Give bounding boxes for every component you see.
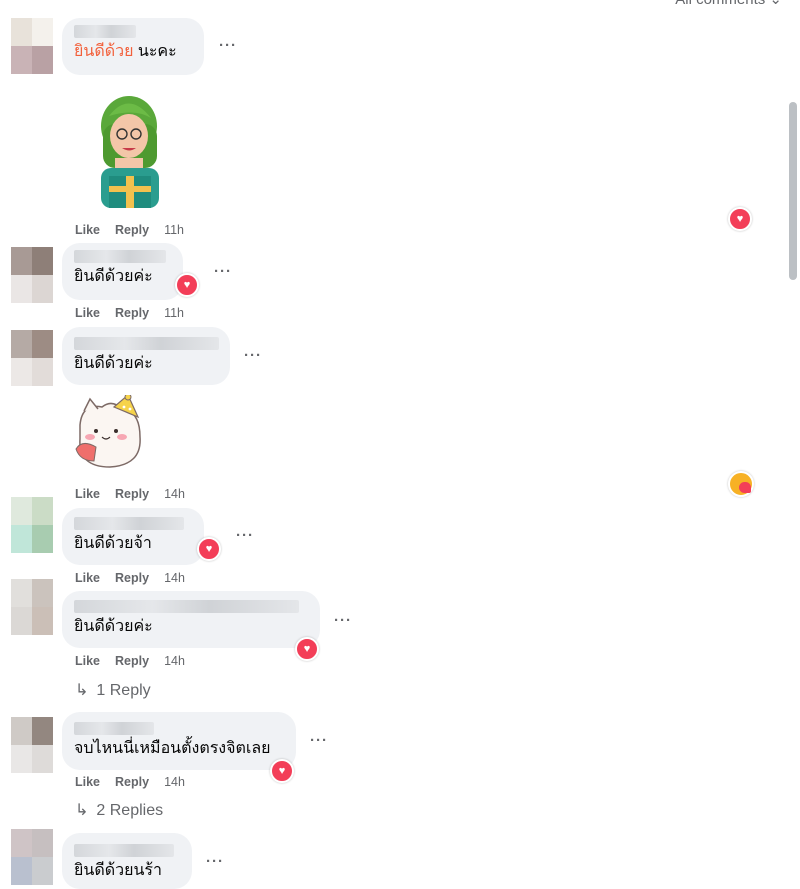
scrollbar[interactable] — [789, 102, 797, 280]
like-button[interactable]: Like — [75, 223, 100, 237]
more-options-icon[interactable]: ··· — [244, 347, 262, 364]
avatar-sticker — [101, 96, 159, 208]
like-button[interactable]: Like — [75, 775, 100, 789]
view-replies-link[interactable]: ↳ 2 Replies — [75, 800, 163, 820]
comment-actions: Like Reply 11h — [75, 306, 184, 320]
author-name[interactable] — [74, 844, 174, 857]
view-replies-link[interactable]: ↳ 1 Reply — [75, 680, 151, 700]
timestamp[interactable]: 11h — [164, 306, 184, 320]
like-button[interactable]: Like — [75, 487, 100, 501]
author-name[interactable] — [74, 337, 219, 350]
comment-bubble: ยินดีด้วย นะคะ — [62, 18, 204, 75]
reply-arrow-icon: ↳ — [75, 802, 89, 819]
avatar[interactable] — [11, 247, 53, 303]
avatar[interactable] — [11, 330, 53, 386]
avatar[interactable] — [11, 717, 53, 773]
reply-button[interactable]: Reply — [115, 654, 149, 668]
avatar[interactable] — [11, 497, 53, 553]
comment-text: ยินดีด้วย นะคะ — [74, 43, 177, 60]
like-button[interactable]: Like — [75, 306, 100, 320]
comment-text: ยินดีด้วยนร้า — [74, 862, 162, 879]
cat-sticker — [75, 395, 141, 468]
comment-text: จบไหนนี่เหมือนตั้งตรงจิตเลย — [74, 740, 271, 757]
comment-actions: Like Reply 11h — [75, 223, 184, 237]
comment-bubble: ยินดีด้วยค่ะ — [62, 327, 230, 385]
reply-button[interactable]: Reply — [115, 487, 149, 501]
comment-bubble: ยินดีด้วยจ้า — [62, 508, 204, 565]
author-name[interactable] — [74, 250, 166, 263]
comment-bubble: จบไหนนี่เหมือนตั้งตรงจิตเลย — [62, 712, 296, 770]
comment-actions: Like Reply 14h — [75, 571, 185, 585]
love-reaction-icon[interactable]: ♥ — [295, 637, 319, 661]
like-button[interactable]: Like — [75, 571, 100, 585]
more-options-icon[interactable]: ··· — [214, 263, 232, 280]
comment-bubble: ยินดีด้วยค่ะ — [62, 591, 320, 648]
timestamp[interactable]: 14h — [164, 775, 185, 789]
reply-arrow-icon: ↳ — [75, 682, 89, 699]
like-button[interactable]: Like — [75, 654, 100, 668]
timestamp[interactable]: 14h — [164, 571, 185, 585]
reply-button[interactable]: Reply — [115, 775, 149, 789]
timestamp[interactable]: 14h — [164, 654, 185, 668]
timestamp[interactable]: 14h — [164, 487, 185, 501]
reply-button[interactable]: Reply — [115, 306, 149, 320]
comment-actions: Like Reply 14h — [75, 775, 185, 789]
love-reaction-icon[interactable]: ♥ — [197, 537, 221, 561]
avatar[interactable] — [11, 829, 53, 885]
more-options-icon[interactable]: ··· — [334, 612, 352, 629]
avatar[interactable] — [11, 579, 53, 635]
comment-actions: Like Reply 14h — [75, 654, 185, 668]
reply-button[interactable]: Reply — [115, 571, 149, 585]
author-name[interactable] — [74, 517, 184, 530]
love-reaction-icon[interactable]: ♥ — [270, 759, 294, 783]
more-options-icon[interactable]: ··· — [206, 853, 224, 870]
comment-text: ยินดีด้วยจ้า — [74, 535, 152, 552]
avatar[interactable] — [11, 18, 53, 74]
love-reaction-icon[interactable]: ♥ — [175, 273, 199, 297]
reply-button[interactable]: Reply — [115, 223, 149, 237]
author-name[interactable] — [74, 25, 136, 38]
mention-tag[interactable]: ยินดีด้วย — [74, 43, 133, 60]
love-reaction-icon[interactable]: ♥ — [728, 207, 752, 231]
comment-bubble: ยินดีด้วยค่ะ — [62, 243, 183, 300]
author-name[interactable] — [74, 600, 299, 613]
comment-bubble: ยินดีด้วยนร้า — [62, 833, 192, 889]
comment-filter-dropdown[interactable]: All comments ⌄ — [675, 0, 782, 8]
timestamp[interactable]: 11h — [164, 223, 184, 237]
comment-text: ยินดีด้วยค่ะ — [74, 618, 153, 635]
more-options-icon[interactable]: ··· — [236, 527, 254, 544]
care-reaction-icon[interactable] — [728, 471, 754, 497]
author-name[interactable] — [74, 722, 154, 735]
more-options-icon[interactable]: ··· — [219, 37, 237, 54]
comment-text: ยินดีด้วยค่ะ — [74, 355, 153, 372]
comment-actions: Like Reply 14h — [75, 487, 185, 501]
more-options-icon[interactable]: ··· — [310, 732, 328, 749]
comment-text: ยินดีด้วยค่ะ — [74, 268, 153, 285]
